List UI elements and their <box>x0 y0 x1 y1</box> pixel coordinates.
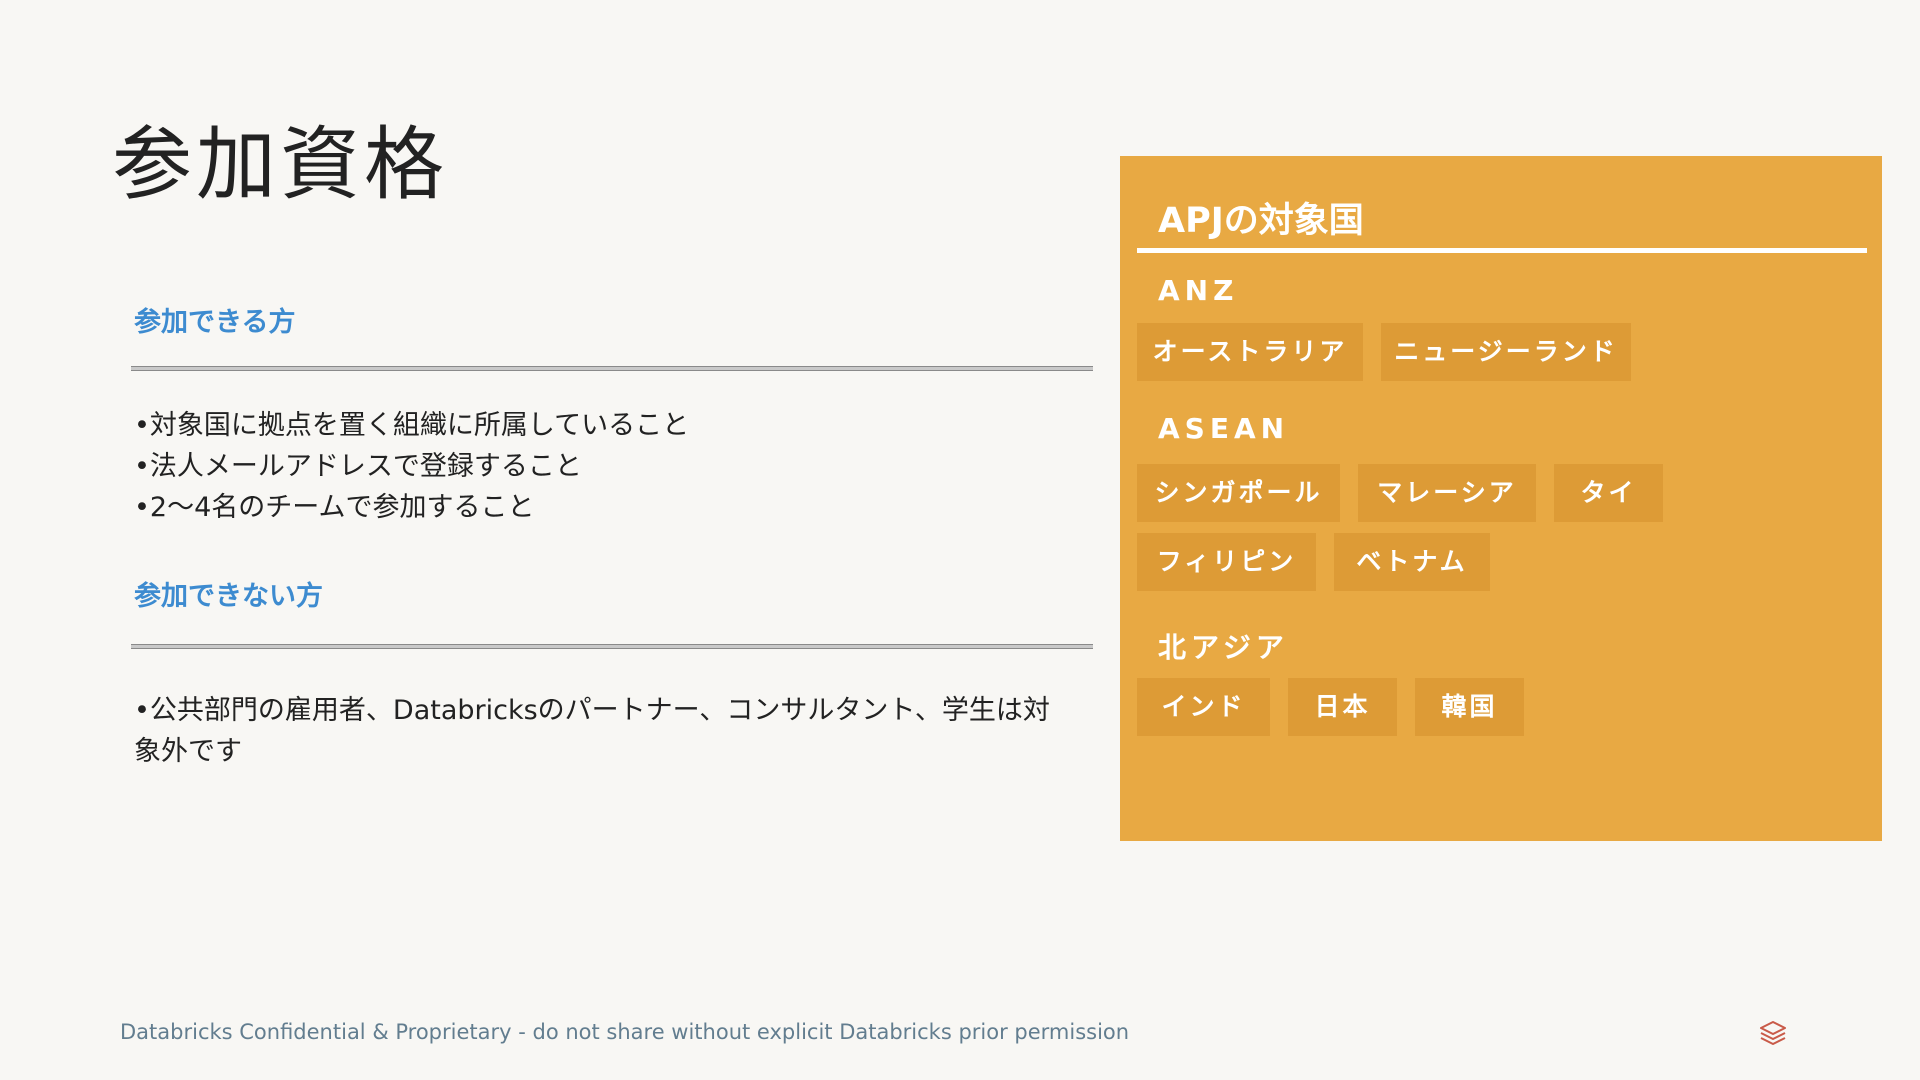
slide: 参加資格 参加できる方 •対象国に拠点を置く組織に所属していること •法人メール… <box>0 0 1920 1080</box>
ineligible-list: •公共部門の雇用者、Databricksのパートナー、コンサルタント、学生は対象… <box>134 690 1054 772</box>
country-chip-korea: 韓国 <box>1415 678 1524 736</box>
country-chip-india: インド <box>1137 678 1270 736</box>
panel-divider <box>1137 248 1867 253</box>
country-chip-vietnam: ベトナム <box>1334 533 1490 591</box>
confidentiality-footer: Databricks Confidential & Proprietary - … <box>120 1020 1130 1044</box>
country-chip-new-zealand: ニュージーランド <box>1381 323 1631 381</box>
apj-countries-panel: APJの対象国 ANZ オーストラリア ニュージーランド ASEAN シンガポー… <box>1120 156 1882 841</box>
country-chip-philippines: フィリピン <box>1137 533 1316 591</box>
eligible-list: •対象国に拠点を置く組織に所属していること •法人メールアドレスで登録すること … <box>134 405 1074 528</box>
databricks-stack-icon <box>1760 1021 1786 1045</box>
eligible-heading: 参加できる方 <box>134 307 296 338</box>
country-chip-singapore: シンガポール <box>1137 464 1340 522</box>
country-chip-thailand: タイ <box>1554 464 1663 522</box>
region-heading-anz: ANZ <box>1158 274 1239 307</box>
panel-title: APJの対象国 <box>1158 201 1364 241</box>
eligible-bullet: •2〜4名のチームで参加すること <box>134 492 535 523</box>
eligible-bullet: •対象国に拠点を置く組織に所属していること <box>134 410 690 441</box>
page-title: 参加資格 <box>112 118 448 211</box>
eligible-divider <box>131 366 1093 371</box>
ineligible-bullet: •公共部門の雇用者、Databricksのパートナー、コンサルタント、学生は対象… <box>134 695 1050 767</box>
eligible-bullet: •法人メールアドレスで登録すること <box>134 451 582 482</box>
ineligible-heading: 参加できない方 <box>134 581 323 612</box>
ineligible-divider <box>131 644 1093 649</box>
country-chip-malaysia: マレーシア <box>1358 464 1536 522</box>
country-chip-japan: 日本 <box>1288 678 1397 736</box>
region-heading-asean: ASEAN <box>1158 412 1290 445</box>
region-heading-north-asia: 北アジア <box>1158 631 1289 664</box>
country-chip-australia: オーストラリア <box>1137 323 1363 381</box>
